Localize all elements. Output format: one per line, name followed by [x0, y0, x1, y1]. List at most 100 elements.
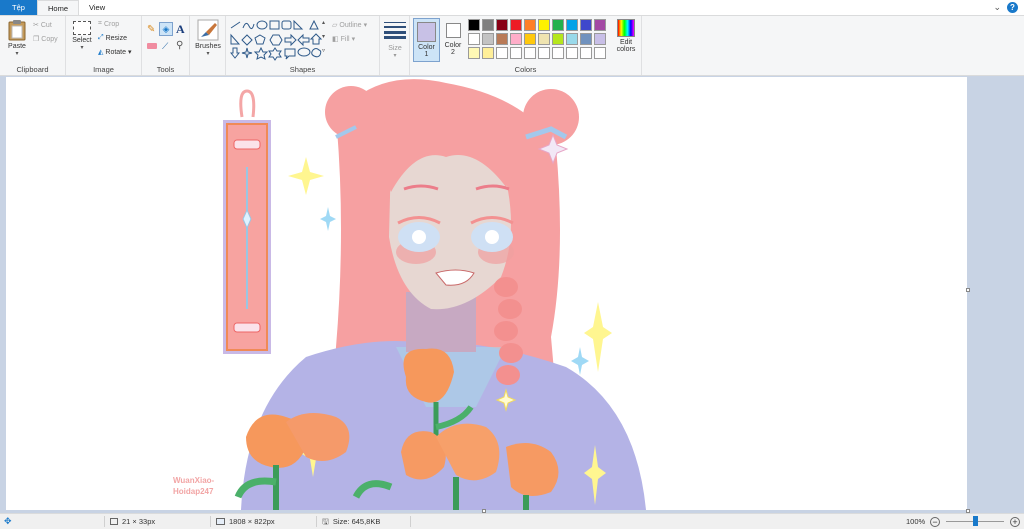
palette-swatch[interactable] — [482, 33, 494, 45]
palette-swatch[interactable] — [566, 47, 578, 59]
rotate-icon: ◭ — [98, 49, 104, 56]
edit-colors-label-line1: Edit — [619, 39, 633, 46]
pencil-icon[interactable]: ✎ — [147, 24, 155, 35]
brushes-dropdown-icon[interactable]: ▾ — [194, 50, 222, 57]
fill-button[interactable]: ◧ Fill ▾ — [332, 35, 356, 44]
palette-swatch[interactable] — [552, 33, 564, 45]
palette-swatch[interactable] — [594, 47, 606, 59]
eraser-icon[interactable] — [147, 43, 157, 49]
canvas-resize-handle-right[interactable] — [966, 288, 970, 292]
tab-file[interactable]: Tệp — [0, 0, 37, 15]
select-button[interactable]: Select ▾ — [70, 21, 94, 51]
edit-colors-icon — [617, 19, 635, 37]
file-size-text: Size: 645,8KB — [332, 517, 381, 526]
crop-button[interactable]: ⌗ Crop — [98, 20, 119, 28]
five-point-star-icon — [253, 46, 269, 60]
palette-swatch[interactable] — [552, 19, 564, 31]
zoom-slider-thumb[interactable] — [972, 516, 978, 526]
palette-swatch[interactable] — [538, 47, 550, 59]
left-arrow-shape-icon — [297, 33, 310, 47]
palette-swatch[interactable] — [496, 19, 508, 31]
palette-swatch[interactable] — [524, 33, 536, 45]
palette-swatch[interactable] — [524, 47, 536, 59]
paste-dropdown-icon[interactable]: ▾ — [4, 50, 30, 57]
tab-view[interactable]: View — [79, 0, 115, 15]
palette-swatch[interactable] — [468, 19, 480, 31]
drawing-canvas[interactable]: WuanXiao- Hoidap247 — [6, 77, 967, 510]
four-point-star-icon — [241, 47, 253, 59]
rotate-dropdown-icon[interactable]: ▾ — [128, 48, 132, 56]
text-tool-icon[interactable]: A — [176, 22, 185, 37]
help-icon[interactable]: ? — [1007, 2, 1018, 13]
palette-swatch[interactable] — [468, 47, 480, 59]
brushes-group: Brushes ▾ — [190, 16, 226, 75]
palette-swatch[interactable] — [580, 47, 592, 59]
rotate-button[interactable]: ◭ Rotate ▾ — [98, 48, 132, 57]
callout-rect-icon — [284, 48, 296, 60]
magnifier-icon[interactable]: ⚲ — [176, 40, 183, 51]
palette-swatch[interactable] — [496, 47, 508, 59]
palette-swatch[interactable] — [510, 47, 522, 59]
palette-swatch[interactable] — [482, 47, 494, 59]
palette-swatch[interactable] — [566, 33, 578, 45]
line-size-icon — [384, 22, 406, 39]
palette-swatch[interactable] — [580, 19, 592, 31]
outline-button[interactable]: ▱ Outline ▾ — [332, 21, 368, 30]
paste-label: Paste — [8, 43, 26, 50]
workspace: WuanXiao- Hoidap247 — [0, 76, 1024, 513]
callout-oval-icon — [297, 47, 311, 57]
rotate-label: Rotate — [105, 48, 127, 56]
right-arrow-shape-icon — [284, 33, 297, 47]
palette-swatch[interactable] — [468, 33, 480, 45]
palette-swatch[interactable] — [580, 33, 592, 45]
cut-button[interactable]: ✂ Cut — [33, 21, 52, 30]
resize-icon: ⤢ — [98, 34, 104, 41]
palette-swatch[interactable] — [482, 19, 494, 31]
ribbon: Paste ▾ ✂ Cut ❐ Copy Clipboard Select ▾ ⌗ C… — [0, 15, 1024, 76]
color1-button[interactable]: Color 1 — [413, 18, 440, 62]
paste-button[interactable]: Paste ▾ — [4, 19, 30, 57]
zoom-out-button[interactable]: − — [930, 514, 940, 529]
outline-dropdown-icon[interactable]: ▾ — [364, 21, 368, 29]
palette-swatch[interactable] — [538, 19, 550, 31]
palette-swatch[interactable] — [594, 19, 606, 31]
rounded-rect-shape-icon — [281, 20, 292, 30]
zoom-in-button[interactable]: + — [1010, 514, 1020, 529]
palette-swatch[interactable] — [566, 19, 578, 31]
edit-colors-button[interactable]: Edit colors — [612, 19, 640, 53]
shapes-group: ▴ ▾ ▿ ▱ Outline ▾ ◧ Fill ▾ Shapes — [226, 16, 380, 75]
palette-swatch[interactable] — [552, 47, 564, 59]
select-dropdown-icon[interactable]: ▾ — [70, 44, 94, 51]
shapes-gallery[interactable] — [230, 20, 326, 64]
brushes-button[interactable]: Brushes ▾ — [194, 19, 222, 57]
selection-size: 21 × 33px — [110, 514, 155, 529]
shapes-scroll-up-icon[interactable]: ▴ — [322, 19, 325, 26]
palette-swatch[interactable] — [538, 33, 550, 45]
rectangle-shape-icon — [269, 20, 280, 30]
select-label: Select — [72, 37, 92, 44]
palette-swatch[interactable] — [496, 33, 508, 45]
callout-cloud-icon — [311, 48, 322, 58]
move-cursor-icon: ✥ — [4, 516, 12, 526]
fill-bucket-icon[interactable]: ◈ — [159, 22, 173, 36]
collapse-ribbon-icon[interactable]: ⌄ — [993, 2, 1001, 13]
palette-swatch[interactable] — [510, 33, 522, 45]
shapes-scroll-down-icon[interactable]: ▾ — [322, 33, 325, 40]
image-group: Select ▾ ⌗ Crop ⤢ Resize ◭ Rotate ▾ Image — [66, 16, 142, 75]
fill-dropdown-icon[interactable]: ▾ — [352, 35, 356, 43]
resize-button[interactable]: ⤢ Resize — [98, 34, 127, 42]
palette-swatch[interactable] — [524, 19, 536, 31]
size-dropdown-icon[interactable]: ▾ — [383, 52, 407, 59]
size-button[interactable]: Size ▾ — [383, 21, 407, 59]
watermark-line2: Hoidap247 — [173, 487, 214, 496]
color-picker-icon[interactable]: ⟋ — [162, 41, 168, 52]
color2-swatch — [445, 23, 461, 38]
copy-button[interactable]: ❐ Copy — [33, 35, 58, 44]
palette-swatch[interactable] — [510, 19, 522, 31]
shapes-more-icon[interactable]: ▿ — [322, 47, 325, 54]
edit-colors-label-line2: colors — [616, 46, 636, 53]
tab-home[interactable]: Home — [37, 0, 80, 15]
palette-swatch[interactable] — [594, 33, 606, 45]
scissors-icon: ✂ — [33, 22, 39, 29]
color2-button[interactable]: Color 2 — [441, 18, 465, 56]
